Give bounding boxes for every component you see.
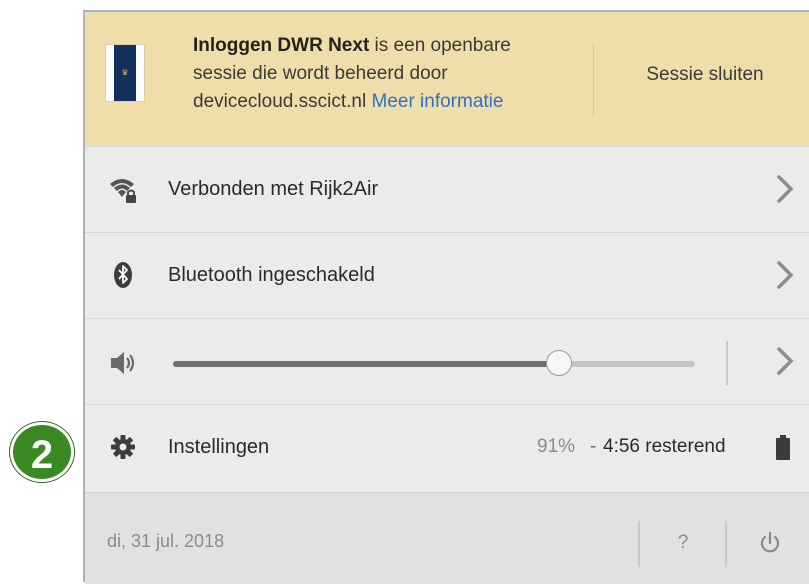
network-row[interactable]: Verbonden met Rijk2Air — [85, 146, 809, 232]
gear-icon[interactable] — [109, 433, 137, 461]
power-icon — [760, 531, 780, 553]
close-session-button[interactable]: Sessie sluiten — [610, 60, 800, 90]
quick-settings-panel: ♛ Inloggen DWR Next is een openbare sess… — [83, 10, 809, 584]
power-button[interactable] — [735, 523, 805, 563]
footer-divider — [725, 521, 727, 567]
volume-slider-thumb[interactable] — [546, 350, 573, 376]
battery-time-remaining: 4:56 resterend — [603, 436, 726, 457]
organization-logo: ♛ — [105, 44, 145, 102]
date-label: di, 31 jul. 2018 — [107, 531, 225, 551]
session-text-line1: is een openbare — [369, 35, 511, 56]
help-button[interactable]: ? — [649, 523, 717, 563]
bluetooth-icon — [114, 262, 132, 288]
session-title: Inloggen DWR Next — [193, 35, 370, 56]
volume-row — [85, 318, 809, 404]
settings-label[interactable]: Instellingen — [168, 434, 269, 460]
chevron-right-icon[interactable] — [775, 259, 795, 291]
bluetooth-row[interactable]: Bluetooth ingeschakeld — [85, 232, 809, 318]
chevron-right-icon[interactable] — [775, 345, 795, 377]
status-footer: di, 31 jul. 2018 ? — [85, 492, 809, 584]
session-domain: devicecloud.sscict.nl — [193, 91, 367, 112]
step-number-badge: 2 — [10, 422, 74, 482]
volume-slider[interactable] — [173, 350, 695, 376]
battery-separator: - — [590, 436, 597, 457]
wifi-lock-icon — [110, 179, 136, 203]
volume-slider-fill — [173, 361, 560, 367]
battery-icon — [776, 435, 790, 460]
volume-divider — [726, 341, 728, 385]
battery-percentage: 91% — [537, 436, 576, 457]
session-text-line2: sessie die wordt beheerd door — [193, 63, 448, 84]
bluetooth-label: Bluetooth ingeschakeld — [168, 264, 375, 286]
chevron-right-icon[interactable] — [775, 173, 795, 205]
logo-emblem-icon: ♛ — [121, 68, 129, 77]
settings-row: Instellingen 91% - 4:56 resterend — [85, 404, 809, 490]
banner-divider — [593, 44, 594, 116]
speaker-icon[interactable] — [109, 349, 137, 377]
footer-divider — [638, 521, 640, 567]
session-info-text: Inloggen DWR Next is een openbare sessie… — [193, 32, 583, 116]
more-info-link[interactable]: Meer informatie — [371, 91, 503, 112]
network-label: Verbonden met Rijk2Air — [168, 178, 379, 200]
public-session-banner: ♛ Inloggen DWR Next is een openbare sess… — [85, 12, 809, 146]
